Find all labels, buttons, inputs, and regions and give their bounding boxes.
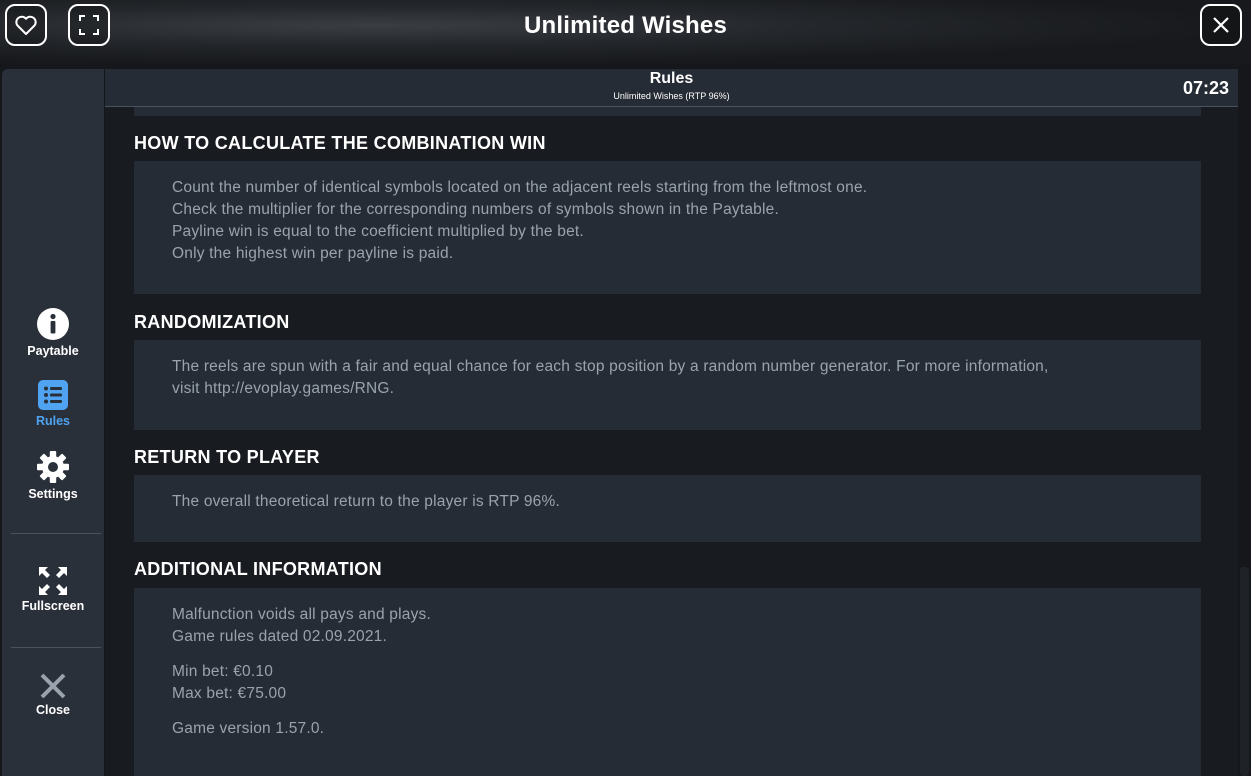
rule-text: Max bet: €75.00 (172, 685, 287, 702)
list-icon (38, 380, 68, 410)
rule-text: Count the number of identical symbols lo… (172, 179, 868, 196)
section-title: ADDITIONAL INFORMATION (134, 559, 382, 579)
sidebar-item-label: Paytable (27, 344, 79, 358)
previous-section-box (134, 107, 1201, 116)
page-title: Rules (649, 70, 694, 87)
sidebar-item-label: Fullscreen (21, 599, 85, 613)
rule-text: visit http://evoplay.games/RNG. (172, 380, 395, 397)
rule-text: Game rules dated 02.09.2021. (172, 628, 387, 645)
rules-panel: Rules Unlimited Wishes (RTP 96%) HOW TO … (105, 69, 1238, 776)
sidebar-item-paytable[interactable]: Paytable (2, 308, 104, 358)
section-title: RETURN TO PLAYER (134, 447, 320, 467)
rule-text: Check the multiplier for the correspondi… (172, 201, 779, 218)
sidebar: Paytable Rules Settings Fullscreen Close (2, 69, 104, 776)
expand-icon (39, 567, 67, 595)
section-box: Malfunction voids all pays and plays. Ga… (134, 588, 1201, 776)
section-box: The reels are spun with a fair and equal… (134, 340, 1201, 430)
section-box: Count the number of identical symbols lo… (134, 161, 1201, 294)
close-window-button[interactable] (1200, 4, 1242, 46)
sidebar-item-label: Close (35, 703, 71, 717)
rule-text: The reels are spun with a fair and equal… (172, 358, 1049, 375)
section-title: RANDOMIZATION (134, 312, 290, 332)
sidebar-item-rules[interactable]: Rules (2, 380, 104, 428)
rule-text: Game version 1.57.0. (172, 720, 325, 737)
info-icon (37, 308, 69, 340)
rule-text: Only the highest win per payline is paid… (172, 245, 454, 262)
rule-text: Payline win is equal to the coefficient … (172, 223, 584, 240)
sidebar-divider (11, 647, 101, 648)
app-title: Unlimited Wishes (523, 12, 728, 39)
rule-text: Malfunction voids all pays and plays. (172, 606, 431, 623)
sidebar-item-label: Settings (28, 487, 78, 501)
section-box: The overall theoretical return to the pl… (134, 475, 1201, 542)
panel-header: Rules Unlimited Wishes (RTP 96%) (105, 69, 1238, 107)
rule-text: The overall theoretical return to the pl… (172, 493, 560, 510)
page-subtitle: Unlimited Wishes (RTP 96%) (613, 91, 730, 101)
section-title: HOW TO CALCULATE THE COMBINATION WIN (134, 133, 546, 153)
sidebar-item-fullscreen[interactable]: Fullscreen (2, 567, 104, 613)
close-icon (1213, 17, 1229, 33)
clock: 07:23 (1182, 78, 1229, 98)
scrollbar-thumb[interactable] (1240, 567, 1249, 776)
sidebar-item-label: Rules (35, 414, 71, 428)
gear-icon (37, 451, 69, 483)
sidebar-divider (11, 533, 101, 534)
close-icon (40, 673, 66, 699)
rule-text: Min bet: €0.10 (172, 663, 274, 680)
sidebar-item-close[interactable]: Close (2, 673, 104, 717)
sidebar-item-settings[interactable]: Settings (2, 451, 104, 501)
